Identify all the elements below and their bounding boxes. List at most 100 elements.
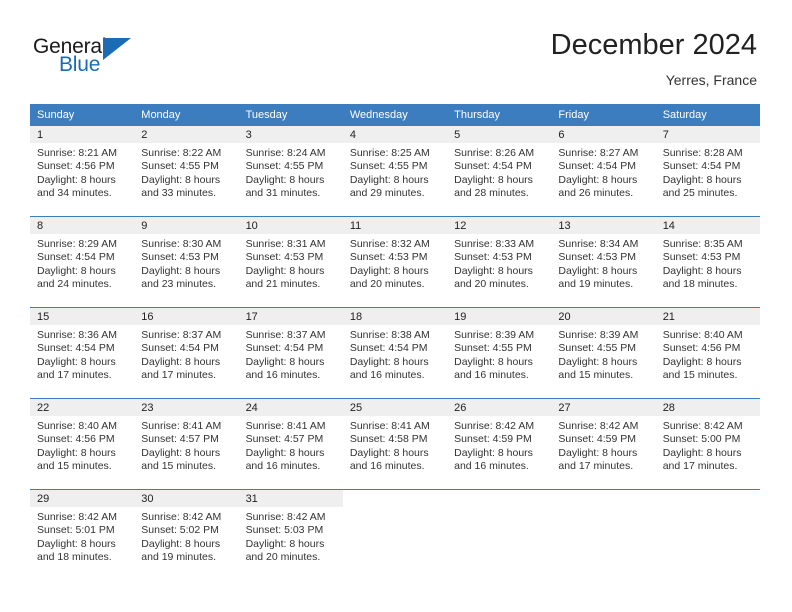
daylight-text-line1: Daylight: 8 hours [245,446,325,459]
calendar-day-cell[interactable]: 10 Sunrise: 8:31 AM Sunset: 4:53 PM Dayligh… [238,216,343,308]
calendar-table: Sunday Monday Tuesday Wednesday Thursday… [30,104,760,580]
daylight-text-line2: and 16 minutes. [245,460,321,473]
calendar-day-cell[interactable]: 21 Sunrise: 8:40 AM Sunset: 4:56 PM Dayligh… [655,307,760,399]
day-details: Sunrise: 8:42 AM Sunset: 4:59 PM Daylight:… [447,416,551,474]
calendar-day-cell[interactable] [655,489,760,580]
weekday-header-sunday: Sunday [30,104,135,126]
sunrise-text: Sunrise: 8:41 AM [245,420,326,432]
daylight-text-line2: and 16 minutes. [349,369,425,382]
weekday-header-friday: Friday [551,104,656,126]
calendar-day-cell[interactable]: 19 Sunrise: 8:39 AM Sunset: 4:55 PM Dayligh… [447,307,552,399]
sunset-text: Sunset: 4:59 PM [558,433,637,446]
calendar-day: 1 Sunrise: 8:21 AM Sunset: 4:56 PM Daylight… [30,126,135,216]
sunset-text: Sunset: 4:54 PM [454,160,532,173]
calendar-day-cell[interactable]: 5 Sunrise: 8:26 AM Sunset: 4:54 PM Daylight… [447,126,552,217]
day-details: Sunrise: 8:22 AM Sunset: 4:55 PM Daylight:… [134,143,238,201]
weekday-header-monday: Monday [134,104,239,126]
calendar-day-cell[interactable]: 20 Sunrise: 8:39 AM Sunset: 4:55 PM Dayligh… [551,307,656,399]
day-details: Sunrise: 8:41 AM Sunset: 4:57 PM Daylight:… [134,416,238,474]
day-details: Sunrise: 8:31 AM Sunset: 4:53 PM Daylight:… [239,234,343,292]
calendar-day: 5 Sunrise: 8:26 AM Sunset: 4:54 PM Daylight… [447,126,552,216]
page-header: General Blue December 2024 Yerres, Franc… [0,0,792,100]
calendar-body: 1 Sunrise: 8:21 AM Sunset: 4:56 PM Daylight… [30,126,760,580]
calendar-day-cell[interactable]: 13 Sunrise: 8:34 AM Sunset: 4:53 PM Dayligh… [551,216,656,308]
day-details: Sunrise: 8:37 AM Sunset: 4:54 PM Daylight:… [239,325,343,383]
day-details: Sunrise: 8:40 AM Sunset: 4:56 PM Daylight:… [30,416,134,474]
calendar-day-cell[interactable]: 30 Sunrise: 8:42 AM Sunset: 5:02 PM Dayligh… [134,489,239,580]
daylight-text-line2: and 34 minutes. [37,187,112,200]
calendar-day-cell[interactable]: 24 Sunrise: 8:41 AM Sunset: 4:57 PM Dayligh… [238,398,343,490]
calendar-day: 28 Sunrise: 8:42 AM Sunset: 5:00 PM Dayligh… [655,399,760,489]
sunrise-text: Sunrise: 8:22 AM [141,147,222,159]
calendar-day-cell[interactable]: 6 Sunrise: 8:27 AM Sunset: 4:54 PM Daylight… [551,126,656,217]
day-details: Sunrise: 8:36 AM Sunset: 4:54 PM Daylight:… [30,325,134,383]
calendar-day-cell[interactable]: 22 Sunrise: 8:40 AM Sunset: 4:56 PM Dayligh… [30,398,135,490]
calendar-day-cell[interactable] [342,489,448,580]
day-number [447,490,551,507]
calendar-day-cell[interactable]: 28 Sunrise: 8:42 AM Sunset: 5:00 PM Dayligh… [655,398,760,490]
sunset-text: Sunset: 4:53 PM [349,251,428,264]
day-number: 7 [655,126,760,143]
general-blue-logo: General Blue [33,36,213,82]
calendar-day-cell[interactable]: 31 Sunrise: 8:42 AM Sunset: 5:03 PM Dayligh… [238,489,343,580]
calendar-day-cell[interactable]: 14 Sunrise: 8:35 AM Sunset: 4:53 PM Dayligh… [655,216,760,308]
sunrise-text: Sunrise: 8:33 AM [454,238,535,250]
daylight-text-line2: and 17 minutes. [662,460,738,473]
calendar-day-cell[interactable]: 23 Sunrise: 8:41 AM Sunset: 4:57 PM Dayligh… [134,398,239,490]
calendar-day-cell[interactable]: 27 Sunrise: 8:42 AM Sunset: 4:59 PM Dayligh… [551,398,656,490]
calendar-day-empty [551,490,655,580]
calendar-day-cell[interactable]: 9 Sunrise: 8:30 AM Sunset: 4:53 PM Daylight… [134,216,239,308]
daylight-text-line2: and 23 minutes. [141,278,216,291]
calendar-day-cell[interactable]: 17 Sunrise: 8:37 AM Sunset: 4:54 PM Dayligh… [238,307,343,399]
calendar-day-empty [343,490,447,580]
sunset-text: Sunset: 4:57 PM [141,433,219,446]
daylight-text-line2: and 26 minutes. [558,187,634,200]
calendar-day-cell[interactable]: 18 Sunrise: 8:38 AM Sunset: 4:54 PM Dayligh… [342,307,448,399]
daylight-text-line1: Daylight: 8 hours [37,537,116,550]
daylight-text-line2: and 18 minutes. [662,278,738,291]
calendar-day-cell[interactable] [447,489,552,580]
day-number: 5 [447,126,552,143]
calendar-day-cell[interactable]: 1 Sunrise: 8:21 AM Sunset: 4:56 PM Daylight… [30,126,135,217]
calendar-day: 29 Sunrise: 8:42 AM Sunset: 5:01 PM Dayligh… [30,490,135,580]
calendar-day-cell[interactable]: 26 Sunrise: 8:42 AM Sunset: 4:59 PM Dayligh… [447,398,552,490]
calendar-day-empty [447,490,551,580]
daylight-text-line2: and 16 minutes. [454,460,529,473]
sunrise-text: Sunrise: 8:29 AM [37,238,117,250]
calendar-day-cell[interactable]: 16 Sunrise: 8:37 AM Sunset: 4:54 PM Dayligh… [134,307,239,399]
calendar-day-cell[interactable]: 4 Sunrise: 8:25 AM Sunset: 4:55 PM Daylight… [342,126,448,217]
day-details: Sunrise: 8:41 AM Sunset: 4:57 PM Daylight:… [239,416,343,474]
day-details [343,507,447,511]
calendar-day-cell[interactable]: 11 Sunrise: 8:32 AM Sunset: 4:53 PM Dayligh… [342,216,448,308]
calendar-day: 31 Sunrise: 8:42 AM Sunset: 5:03 PM Dayligh… [238,490,343,580]
sunrise-text: Sunrise: 8:42 AM [558,420,639,432]
daylight-text-line1: Daylight: 8 hours [662,264,742,277]
calendar-day-cell[interactable]: 8 Sunrise: 8:29 AM Sunset: 4:54 PM Daylight… [30,216,135,308]
day-number: 25 [342,399,448,416]
calendar-day-cell[interactable]: 25 Sunrise: 8:41 AM Sunset: 4:58 PM Dayligh… [342,398,448,490]
daylight-text-line2: and 25 minutes. [662,187,738,200]
calendar-day: 22 Sunrise: 8:40 AM Sunset: 4:56 PM Dayligh… [30,399,135,489]
sunrise-text: Sunrise: 8:30 AM [141,238,222,250]
daylight-text-line1: Daylight: 8 hours [37,264,116,277]
calendar-day-cell[interactable]: 15 Sunrise: 8:36 AM Sunset: 4:54 PM Dayligh… [30,307,135,399]
calendar-day: 16 Sunrise: 8:37 AM Sunset: 4:54 PM Dayligh… [134,308,239,398]
title-block: December 2024 Yerres, France [551,28,757,89]
calendar-day-cell[interactable]: 3 Sunrise: 8:24 AM Sunset: 4:55 PM Daylight… [238,126,343,217]
day-number: 27 [551,399,656,416]
daylight-text-line1: Daylight: 8 hours [141,446,221,459]
calendar-day: 23 Sunrise: 8:41 AM Sunset: 4:57 PM Dayligh… [134,399,239,489]
sunrise-text: Sunrise: 8:31 AM [245,238,326,250]
day-number: 3 [238,126,343,143]
calendar-day-cell[interactable]: 29 Sunrise: 8:42 AM Sunset: 5:01 PM Dayligh… [30,489,135,580]
day-number: 29 [30,490,135,507]
day-number: 10 [238,217,343,234]
sunrise-text: Sunrise: 8:28 AM [662,147,743,159]
calendar-day-cell[interactable]: 2 Sunrise: 8:22 AM Sunset: 4:55 PM Daylight… [134,126,239,217]
calendar-day-cell[interactable]: 12 Sunrise: 8:33 AM Sunset: 4:53 PM Dayligh… [447,216,552,308]
calendar-day-cell[interactable] [551,489,656,580]
day-number: 11 [342,217,448,234]
daylight-text-line2: and 29 minutes. [349,187,425,200]
calendar-day-cell[interactable]: 7 Sunrise: 8:28 AM Sunset: 4:54 PM Daylight… [655,126,760,217]
day-details: Sunrise: 8:29 AM Sunset: 4:54 PM Daylight:… [30,234,134,292]
